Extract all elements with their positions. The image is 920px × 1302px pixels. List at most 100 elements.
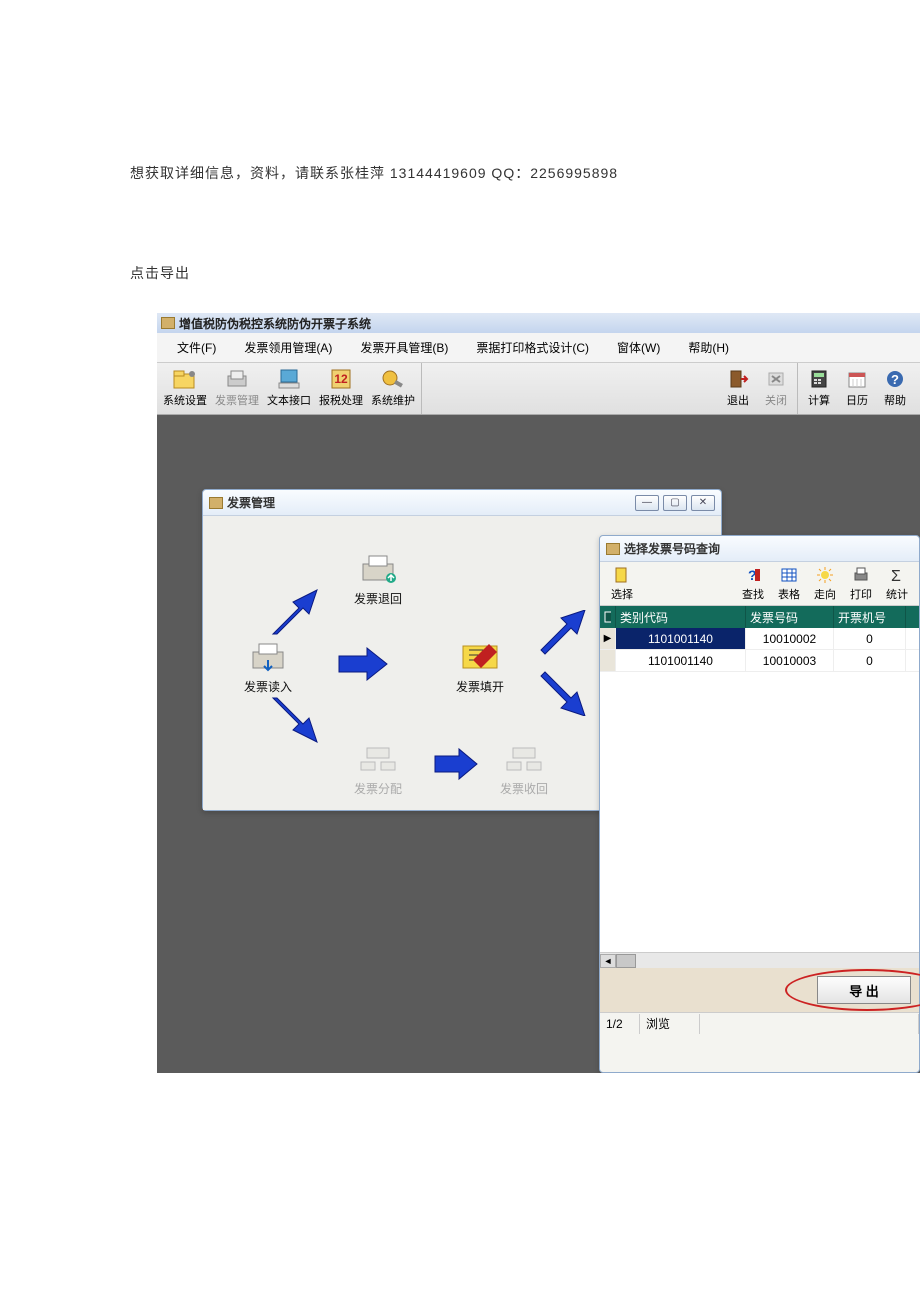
doc-instruction-line: 点击导出 — [130, 263, 190, 283]
close-x-icon — [763, 368, 789, 390]
select-btn-stats[interactable]: Σ 统计 — [879, 565, 915, 602]
wrench-icon — [380, 368, 406, 390]
printer-up-icon — [355, 552, 401, 586]
toolbar-calc-label: 计算 — [808, 392, 830, 408]
select-status-bar: 1/2 浏览 — [600, 1012, 919, 1034]
select-btn-print-label: 打印 — [850, 586, 872, 602]
calculator-icon — [806, 368, 832, 390]
main-toolbar: 系统设置 发票管理 文本接口 12 报税处理 系统维护 退出 — [157, 363, 920, 415]
export-bar: 导 出 — [600, 968, 919, 1012]
node-return-label: 发票退回 — [354, 592, 402, 606]
close-button[interactable]: ✕ — [691, 495, 715, 511]
app-titlebar[interactable]: 增值税防伪税控系统防伪开票子系统 — [157, 313, 920, 333]
report-icon: 12 — [328, 368, 354, 390]
cell-code: 1101001140 — [616, 628, 746, 649]
svg-text:?: ? — [891, 372, 899, 387]
arrow-se2-icon — [535, 668, 595, 716]
node-fill-label: 发票填开 — [456, 680, 504, 694]
cell-number: 10010003 — [746, 650, 834, 671]
select-btn-search[interactable]: ? 查找 — [735, 565, 771, 602]
table-row[interactable]: 1101001140100100030 — [600, 650, 919, 672]
computer-icon — [276, 368, 302, 390]
toolbar-text-interface[interactable]: 文本接口 — [263, 363, 315, 413]
export-button[interactable]: 导 出 — [817, 976, 911, 1004]
scroll-thumb[interactable] — [616, 954, 636, 968]
table-row[interactable]: ▶1101001140100100020 — [600, 628, 919, 650]
window-icon — [209, 497, 223, 509]
menu-bar: 文件(F) 发票领用管理(A) 发票开具管理(B) 票据打印格式设计(C) 窗体… — [157, 333, 920, 363]
toolbar-close-label: 关闭 — [765, 392, 787, 408]
doc-contact-line: 想获取详细信息，资料，请联系张桂萍 13144419609 QQ：2256995… — [130, 163, 618, 183]
toolbar-help[interactable]: ? 帮助 — [876, 363, 914, 413]
select-invoice-window[interactable]: 选择发票号码查询 选择 ? 查找 表格 走向 — [599, 535, 920, 1073]
window-icon — [606, 543, 620, 555]
invoice-grid[interactable]: 类别代码 发票号码 开票机号 ▶110100114010010002011010… — [600, 606, 919, 952]
menu-help[interactable]: 帮助(H) — [674, 335, 743, 360]
cell-machine: 0 — [834, 628, 906, 649]
node-invoice-return[interactable]: 发票退回 — [333, 552, 423, 607]
node-recover-label: 发票收回 — [500, 782, 548, 796]
invoice-mgmt-titlebar[interactable]: 发票管理 — ▢ ✕ — [203, 490, 721, 516]
toolbar-calendar[interactable]: 日历 — [838, 363, 876, 413]
grid-header-machine[interactable]: 开票机号 — [834, 606, 906, 628]
app-icon — [161, 317, 175, 329]
toolbar-invoice-mgmt: 发票管理 — [211, 363, 263, 413]
toolbar-sys-setting-label: 系统设置 — [163, 392, 207, 408]
row-marker — [600, 650, 616, 671]
write-icon — [457, 640, 503, 674]
toolbar-tax-report[interactable]: 12 报税处理 — [315, 363, 367, 413]
app-title: 增值税防伪税控系统防伪开票子系统 — [179, 315, 371, 332]
toolbar-tax-report-label: 报税处理 — [319, 392, 363, 408]
app-window: 增值税防伪税控系统防伪开票子系统 文件(F) 发票领用管理(A) 发票开具管理(… — [157, 313, 920, 1073]
grid-header: 类别代码 发票号码 开票机号 — [600, 606, 919, 628]
scroll-left-button[interactable]: ◄ — [600, 954, 616, 968]
select-btn-orient-label: 走向 — [814, 586, 836, 602]
menu-print-format[interactable]: 票据打印格式设计(C) — [462, 335, 603, 360]
toolbar-calc[interactable]: 计算 — [800, 363, 838, 413]
folder-gear-icon — [172, 368, 198, 390]
toolbar-sys-setting[interactable]: 系统设置 — [159, 363, 211, 413]
toolbar-close: 关闭 — [757, 363, 795, 413]
svg-text:12: 12 — [334, 372, 348, 386]
menu-invoice-receive[interactable]: 发票领用管理(A) — [230, 335, 346, 360]
menu-file[interactable]: 文件(F) — [163, 335, 230, 360]
grid-header-code[interactable]: 类别代码 — [616, 606, 746, 628]
arrow-se-icon — [265, 690, 325, 746]
distribute-icon — [355, 742, 401, 776]
grid-header-number[interactable]: 发票号码 — [746, 606, 834, 628]
cell-number: 10010002 — [746, 628, 834, 649]
node-invoice-recover: 发票收回 — [479, 742, 569, 797]
select-btn-stats-label: 统计 — [886, 586, 908, 602]
menu-invoice-issue[interactable]: 发票开具管理(B) — [346, 335, 462, 360]
horizontal-scrollbar[interactable]: ◄ — [600, 952, 919, 968]
menu-window[interactable]: 窗体(W) — [603, 335, 674, 360]
maximize-button[interactable]: ▢ — [663, 495, 687, 511]
select-toolbar: 选择 ? 查找 表格 走向 打印 — [600, 562, 919, 606]
toolbar-help-label: 帮助 — [884, 392, 906, 408]
node-invoice-fill[interactable]: 发票填开 — [435, 640, 525, 695]
select-invoice-titlebar[interactable]: 选择发票号码查询 — [600, 536, 919, 562]
arrow-right2-icon — [429, 746, 485, 782]
cell-machine: 0 — [834, 650, 906, 671]
select-btn-print[interactable]: 打印 — [843, 565, 879, 602]
select-btn-select[interactable]: 选择 — [604, 565, 640, 602]
calendar-icon — [844, 368, 870, 390]
arrow-right-icon — [331, 644, 395, 684]
mdi-client-area: 发票管理 — ▢ ✕ 发票退回 发票读入 — [157, 415, 920, 1073]
select-btn-table[interactable]: 表格 — [771, 565, 807, 602]
toolbar-sys-maintain[interactable]: 系统维护 — [367, 363, 419, 413]
row-marker: ▶ — [600, 628, 616, 649]
help-icon: ? — [882, 368, 908, 390]
svg-text:Σ: Σ — [891, 568, 901, 584]
toolbar-sys-maintain-label: 系统维护 — [371, 392, 415, 408]
select-btn-search-label: 查找 — [742, 586, 764, 602]
toolbar-exit[interactable]: 退出 — [719, 363, 757, 413]
table-icon — [780, 565, 798, 585]
printer-down-icon — [245, 640, 291, 674]
node-invoice-read[interactable]: 发票读入 — [223, 640, 313, 695]
select-invoice-title: 选择发票号码查询 — [624, 540, 913, 557]
minimize-button[interactable]: — — [635, 495, 659, 511]
select-btn-orient[interactable]: 走向 — [807, 565, 843, 602]
sigma-icon: Σ — [888, 565, 906, 585]
print-icon — [852, 565, 870, 585]
